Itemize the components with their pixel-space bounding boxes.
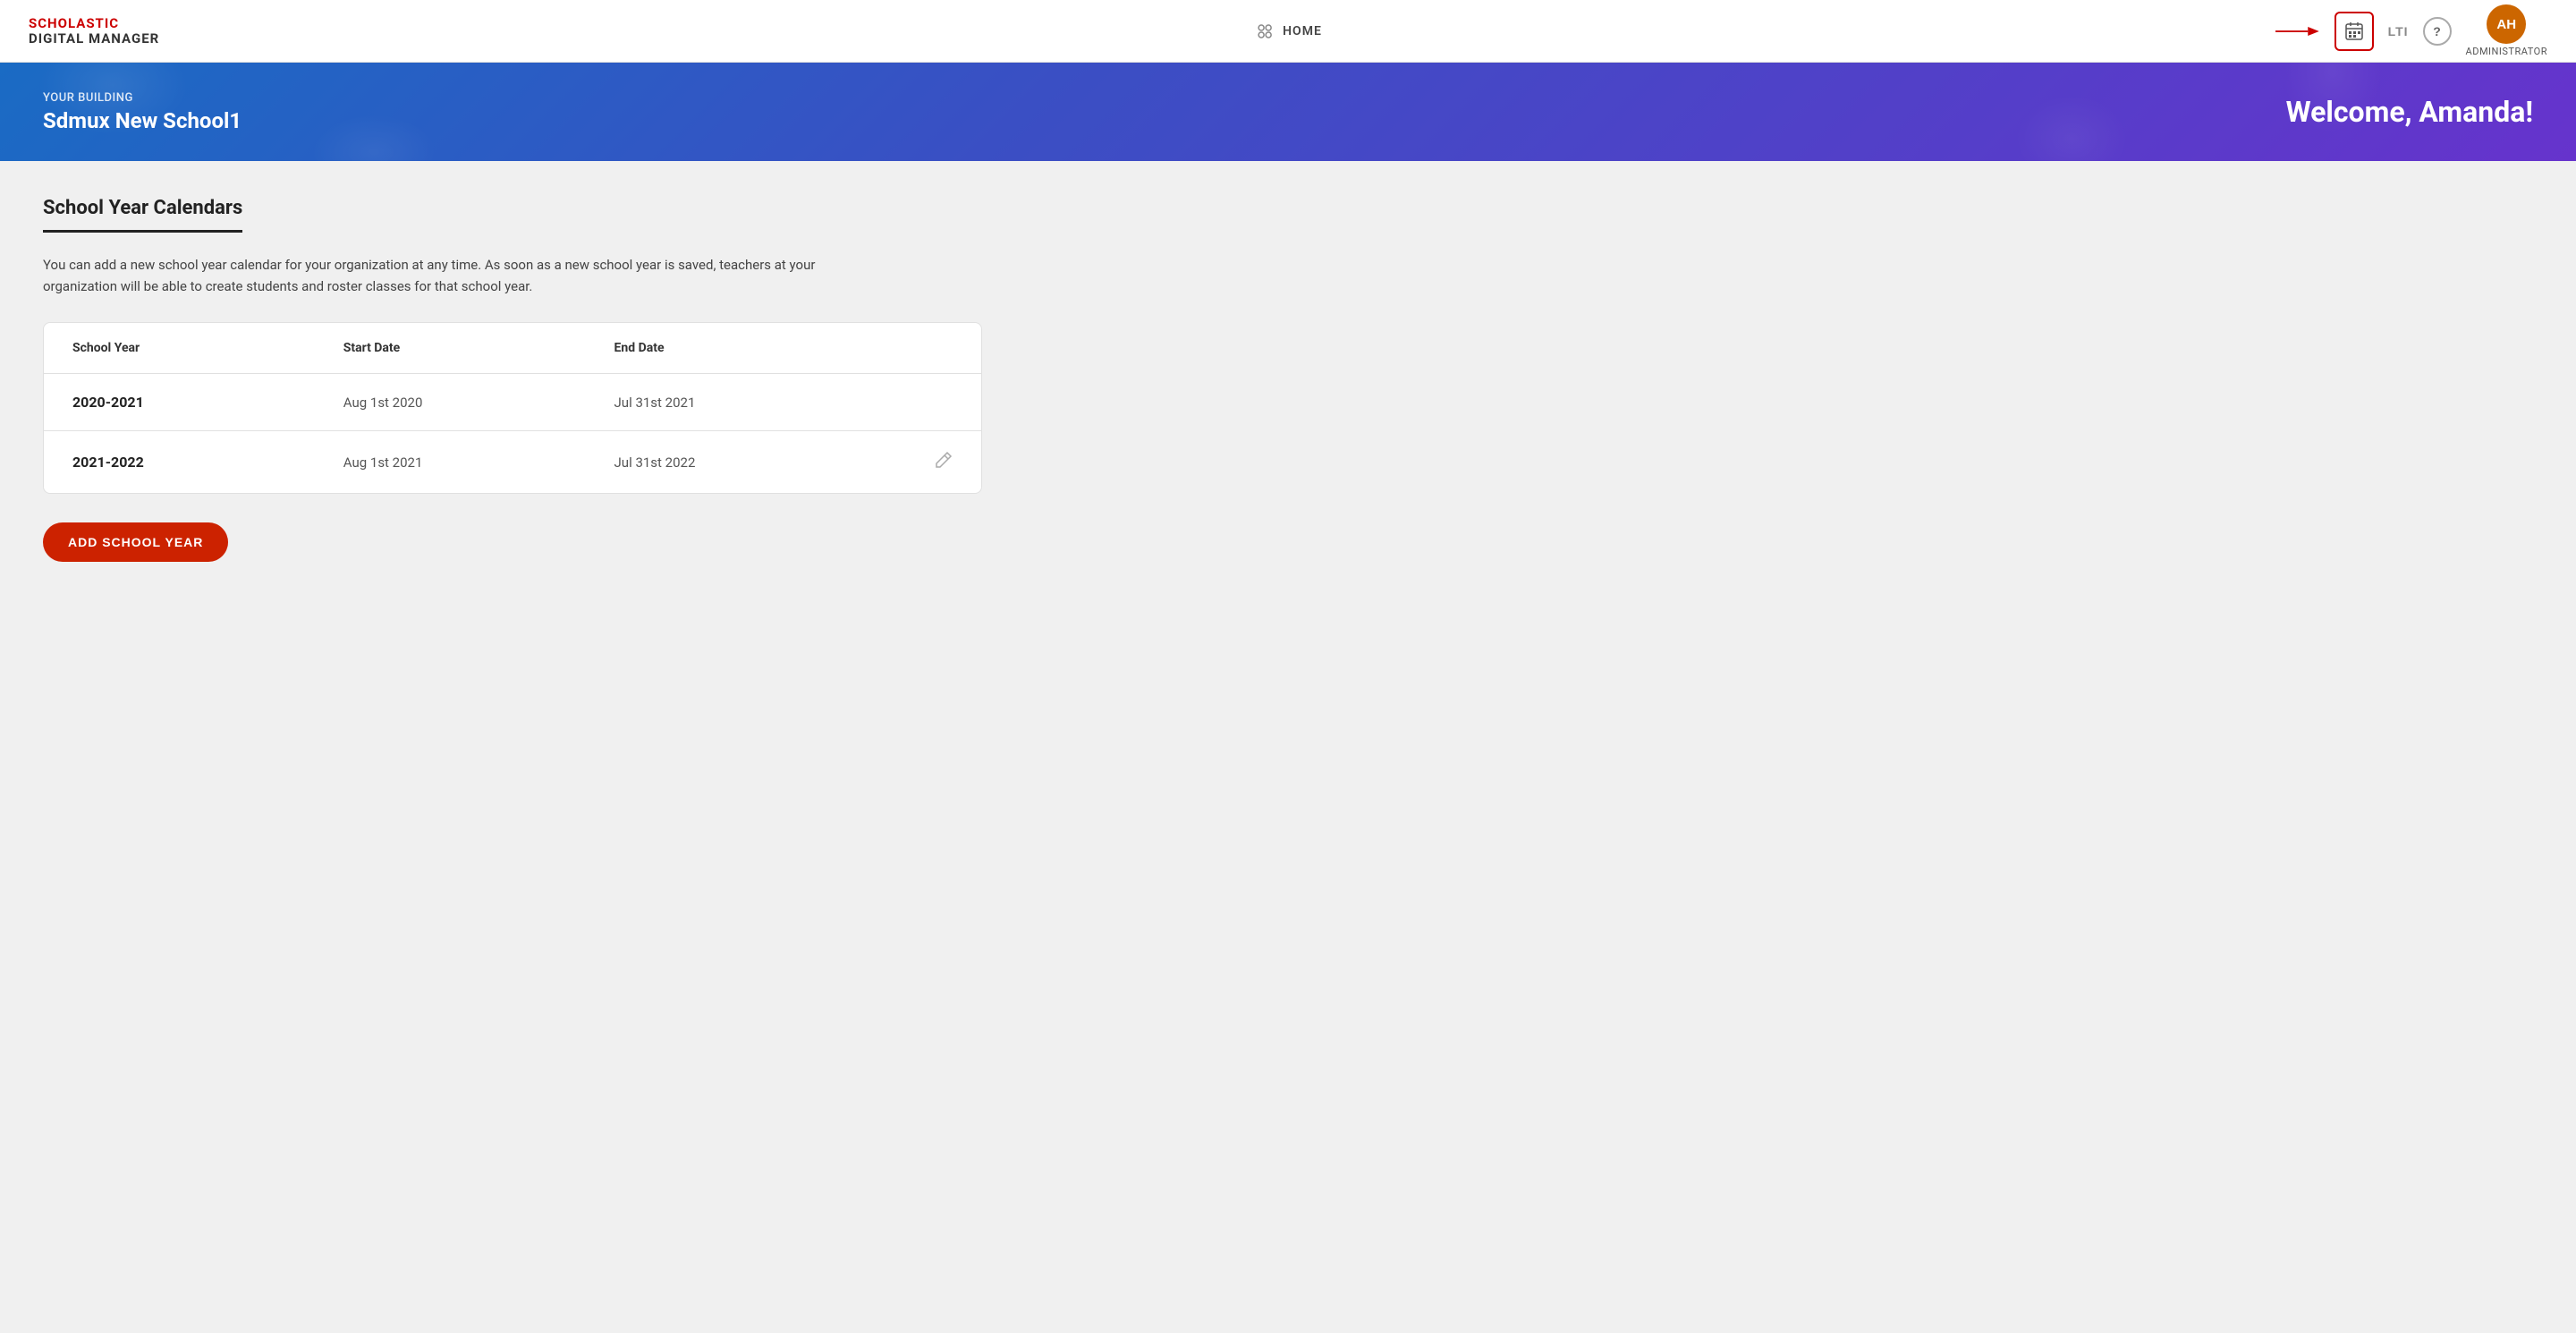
table-row: 2021-2022 Aug 1st 2021 Jul 31st 2022 xyxy=(44,431,981,493)
col-school-year: School Year xyxy=(72,341,343,355)
col-end-date: End Date xyxy=(614,341,886,355)
row-actions xyxy=(885,451,953,473)
school-year-table: School Year Start Date End Date 2020-202… xyxy=(43,322,982,494)
main-content: School Year Calendars You can add a new … xyxy=(0,161,2576,1333)
start-date-value: Aug 1st 2021 xyxy=(343,454,614,471)
end-date-value: Jul 31st 2022 xyxy=(614,454,886,471)
your-building-label: YOUR BUILDING xyxy=(43,91,242,105)
admin-area: AH ADMINISTRATOR xyxy=(2466,4,2547,57)
school-name: Sdmux New School1 xyxy=(43,108,242,133)
arrow-icon xyxy=(2275,19,2320,44)
table-header: School Year Start Date End Date xyxy=(44,323,981,374)
help-button[interactable]: ? xyxy=(2423,17,2452,46)
calendar-icon xyxy=(2344,21,2364,41)
table-row: 2020-2021 Aug 1st 2020 Jul 31st 2021 xyxy=(44,374,981,431)
year-value: 2020-2021 xyxy=(72,394,343,411)
col-actions xyxy=(885,341,953,355)
banner: YOUR BUILDING Sdmux New School1 Welcome,… xyxy=(0,63,2576,161)
home-label: HOME xyxy=(1283,24,1322,38)
calendar-button[interactable] xyxy=(2334,12,2374,51)
welcome-message: Welcome, Amanda! xyxy=(2286,95,2533,129)
lti-button[interactable]: LTI xyxy=(2388,24,2409,38)
home-icon xyxy=(1254,21,1275,42)
edit-icon[interactable] xyxy=(935,451,953,473)
header: SCHOLASTIC DIGITAL MANAGER HOME xyxy=(0,0,2576,63)
logo-digital-manager: DIGITAL MANAGER xyxy=(29,31,159,47)
section-title: School Year Calendars xyxy=(43,197,242,233)
logo-scholastic: SCHOLASTIC xyxy=(29,16,159,31)
admin-label: ADMINISTRATOR xyxy=(2466,46,2547,57)
header-right: LTI ? AH ADMINISTRATOR xyxy=(2275,4,2547,57)
start-date-value: Aug 1st 2020 xyxy=(343,395,614,411)
logo: SCHOLASTIC DIGITAL MANAGER xyxy=(29,16,159,46)
add-school-year-button[interactable]: ADD SCHOOL YEAR xyxy=(43,522,228,562)
banner-left: YOUR BUILDING Sdmux New School1 xyxy=(43,91,242,133)
end-date-value: Jul 31st 2021 xyxy=(614,395,886,411)
avatar-button[interactable]: AH xyxy=(2487,4,2526,44)
col-start-date: Start Date xyxy=(343,341,614,355)
year-value: 2021-2022 xyxy=(72,454,343,471)
home-nav[interactable]: HOME xyxy=(1254,21,1322,42)
description: You can add a new school year calendar f… xyxy=(43,254,848,297)
